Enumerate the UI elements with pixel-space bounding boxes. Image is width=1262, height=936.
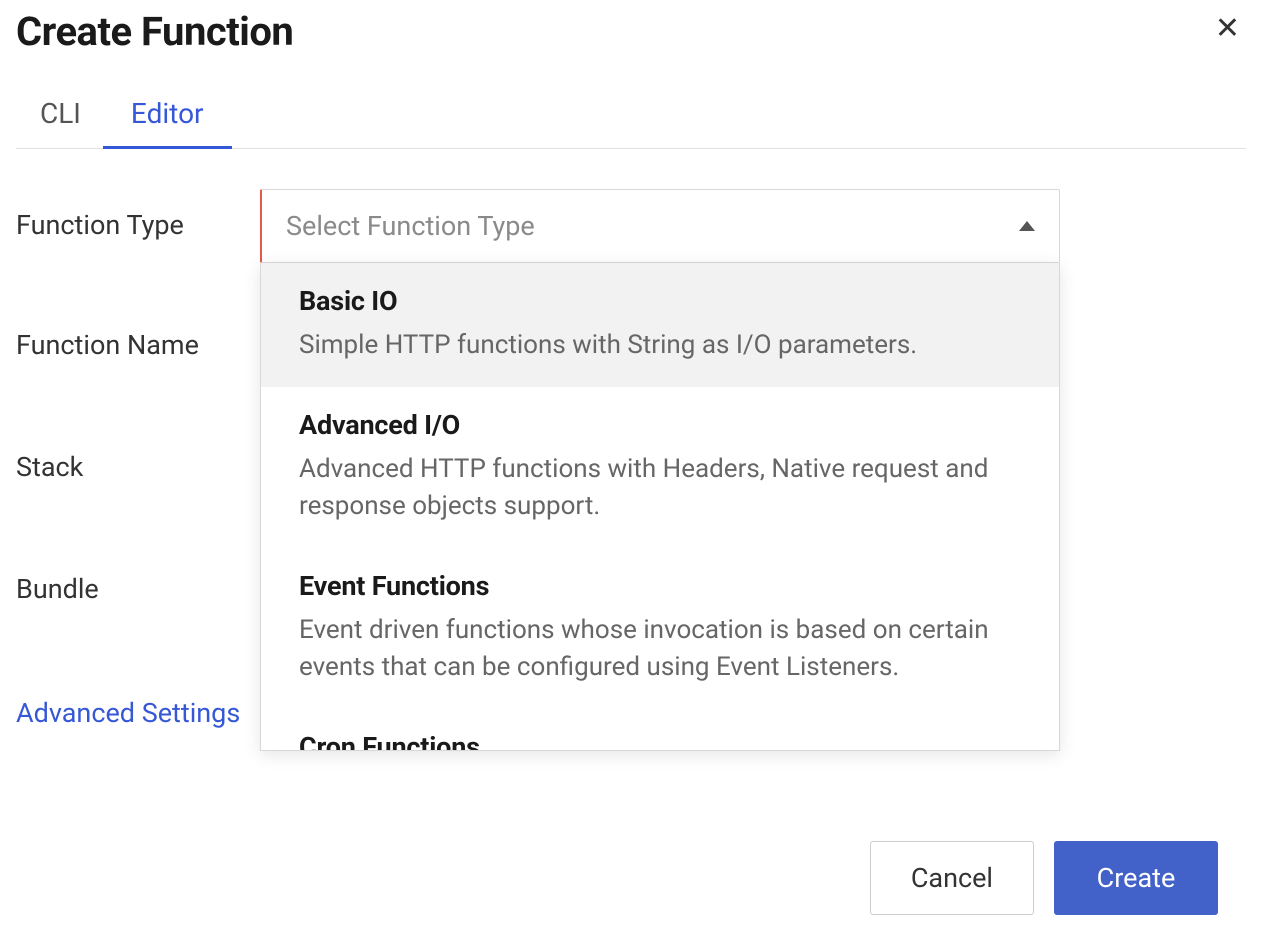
option-desc: Advanced HTTP functions with Headers, Na…	[299, 451, 1021, 524]
function-type-dropdown: Basic IO Simple HTTP functions with Stri…	[260, 263, 1060, 751]
close-icon[interactable]: ✕	[1209, 8, 1246, 50]
dropdown-option-basic-io[interactable]: Basic IO Simple HTTP functions with Stri…	[261, 263, 1059, 387]
tab-cli[interactable]: CLI	[34, 83, 103, 149]
option-title: Advanced I/O	[299, 409, 1021, 441]
stack-label: Stack	[16, 431, 260, 483]
form: Function Type Select Function Type Basic…	[16, 189, 1246, 763]
cancel-button[interactable]: Cancel	[870, 841, 1034, 915]
option-desc: Simple HTTP functions with String as I/O…	[299, 327, 1021, 363]
form-row-function-type: Function Type Select Function Type Basic…	[16, 189, 1246, 265]
function-name-label: Function Name	[16, 309, 260, 361]
option-title: Cron Functions	[299, 731, 1021, 751]
dialog-footer: Cancel Create	[16, 841, 1246, 915]
dropdown-option-advanced-io[interactable]: Advanced I/O Advanced HTTP functions wit…	[261, 387, 1059, 548]
dialog-header: Create Function ✕	[16, 8, 1246, 55]
function-type-select[interactable]: Select Function Type	[260, 189, 1060, 263]
tabs: CLI Editor	[16, 83, 1246, 149]
dropdown-option-event-functions[interactable]: Event Functions Event driven functions w…	[261, 548, 1059, 709]
option-title: Event Functions	[299, 570, 1021, 602]
function-type-label: Function Type	[16, 189, 260, 241]
option-desc: Event driven functions whose invocation …	[299, 612, 1021, 685]
tab-editor[interactable]: Editor	[103, 83, 232, 149]
option-title: Basic IO	[299, 285, 1021, 317]
create-function-dialog: Create Function ✕ CLI Editor Function Ty…	[0, 0, 1262, 931]
create-button[interactable]: Create	[1054, 841, 1218, 915]
bundle-label: Bundle	[16, 553, 260, 605]
advanced-settings-link[interactable]: Advanced Settings	[16, 697, 240, 729]
function-type-placeholder: Select Function Type	[286, 210, 535, 242]
function-type-control: Select Function Type Basic IO Simple HTT…	[260, 189, 1060, 263]
dialog-title: Create Function	[16, 8, 293, 55]
caret-up-icon	[1019, 221, 1035, 231]
dropdown-option-cron-functions[interactable]: Cron Functions	[261, 709, 1059, 751]
